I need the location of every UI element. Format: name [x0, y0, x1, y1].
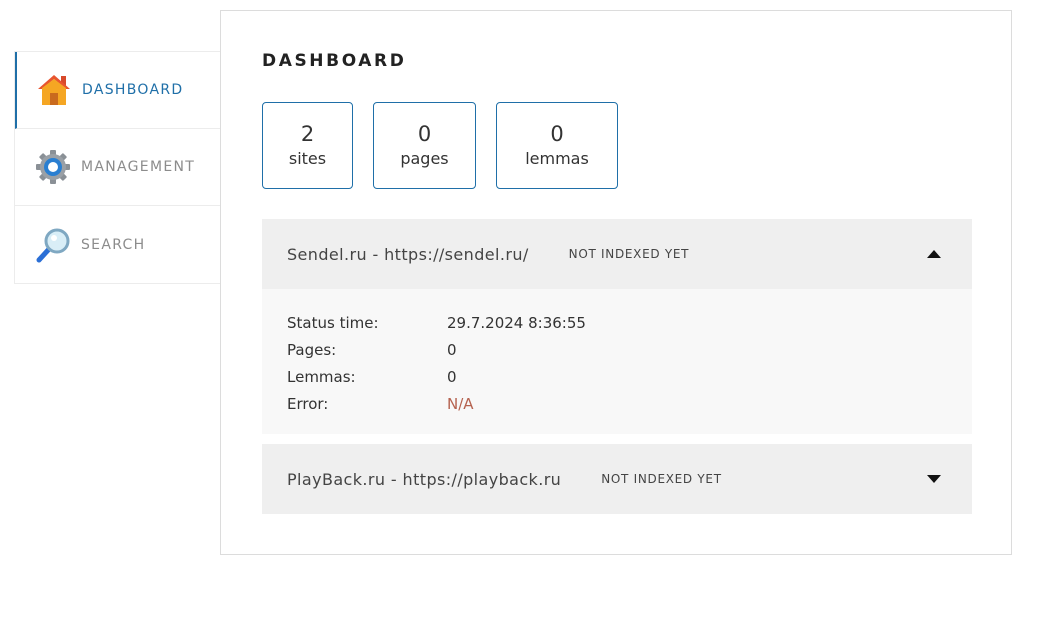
detail-key: Lemmas:	[287, 367, 356, 386]
site-item: PlayBack.ru - https://playback.ru NOT IN…	[262, 444, 972, 514]
sidebar-item-dashboard[interactable]: DASHBOARD	[15, 52, 221, 129]
detail-key: Error:	[287, 394, 329, 413]
stat-card-lemmas: 0 lemmas	[496, 102, 618, 189]
page-title: DASHBOARD	[262, 51, 407, 71]
stats-row: 2 sites 0 pages 0 lemmas	[262, 102, 638, 189]
magnifier-icon	[35, 227, 71, 263]
site-status: NOT INDEXED YET	[601, 472, 722, 486]
stat-label: sites	[288, 149, 327, 168]
main-panel: DASHBOARD 2 sites 0 pages 0 lemmas Sende…	[220, 10, 1012, 555]
detail-value: 0	[447, 340, 457, 359]
site-header[interactable]: Sendel.ru - https://sendel.ru/ NOT INDEX…	[262, 219, 972, 289]
caret-up-icon[interactable]	[926, 247, 942, 261]
site-details: Status time: 29.7.2024 8:36:55 Pages: 0 …	[262, 289, 972, 434]
site-name: Sendel.ru - https://sendel.ru/	[287, 244, 529, 264]
stat-card-pages: 0 pages	[373, 102, 476, 189]
sidebar-item-label: SEARCH	[81, 236, 146, 253]
site-name: PlayBack.ru - https://playback.ru	[287, 469, 562, 489]
sidebar-item-management[interactable]: MANAGEMENT	[15, 129, 221, 206]
detail-row: Lemmas: 0	[287, 363, 947, 390]
detail-value: 0	[447, 367, 457, 386]
sidebar-item-label: MANAGEMENT	[81, 159, 196, 175]
stat-value: 2	[300, 122, 315, 146]
site-item: Sendel.ru - https://sendel.ru/ NOT INDEX…	[262, 219, 972, 434]
detail-key: Status time:	[287, 313, 379, 332]
sidebar-item-search[interactable]: SEARCH	[15, 206, 221, 283]
detail-row: Error: N/A	[287, 390, 947, 417]
stat-value: 0	[417, 122, 432, 146]
detail-key: Pages:	[287, 340, 337, 359]
detail-value: 29.7.2024 8:36:55	[447, 313, 586, 332]
site-status: NOT INDEXED YET	[568, 247, 690, 261]
caret-down-icon[interactable]	[926, 472, 942, 486]
home-icon	[36, 72, 72, 108]
stat-card-sites: 2 sites	[262, 102, 353, 189]
stat-label: pages	[400, 149, 449, 168]
stat-label: lemmas	[525, 149, 589, 168]
error-value: N/A	[447, 394, 474, 413]
sidebar: DASHBOARD MANAGEMENT SEARCH	[14, 51, 221, 284]
gear-icon	[35, 149, 71, 185]
detail-row: Pages: 0	[287, 336, 947, 363]
detail-row: Status time: 29.7.2024 8:36:55	[287, 309, 947, 336]
site-header[interactable]: PlayBack.ru - https://playback.ru NOT IN…	[262, 444, 972, 514]
stat-value: 0	[550, 122, 564, 146]
sidebar-item-label: DASHBOARD	[82, 82, 184, 98]
